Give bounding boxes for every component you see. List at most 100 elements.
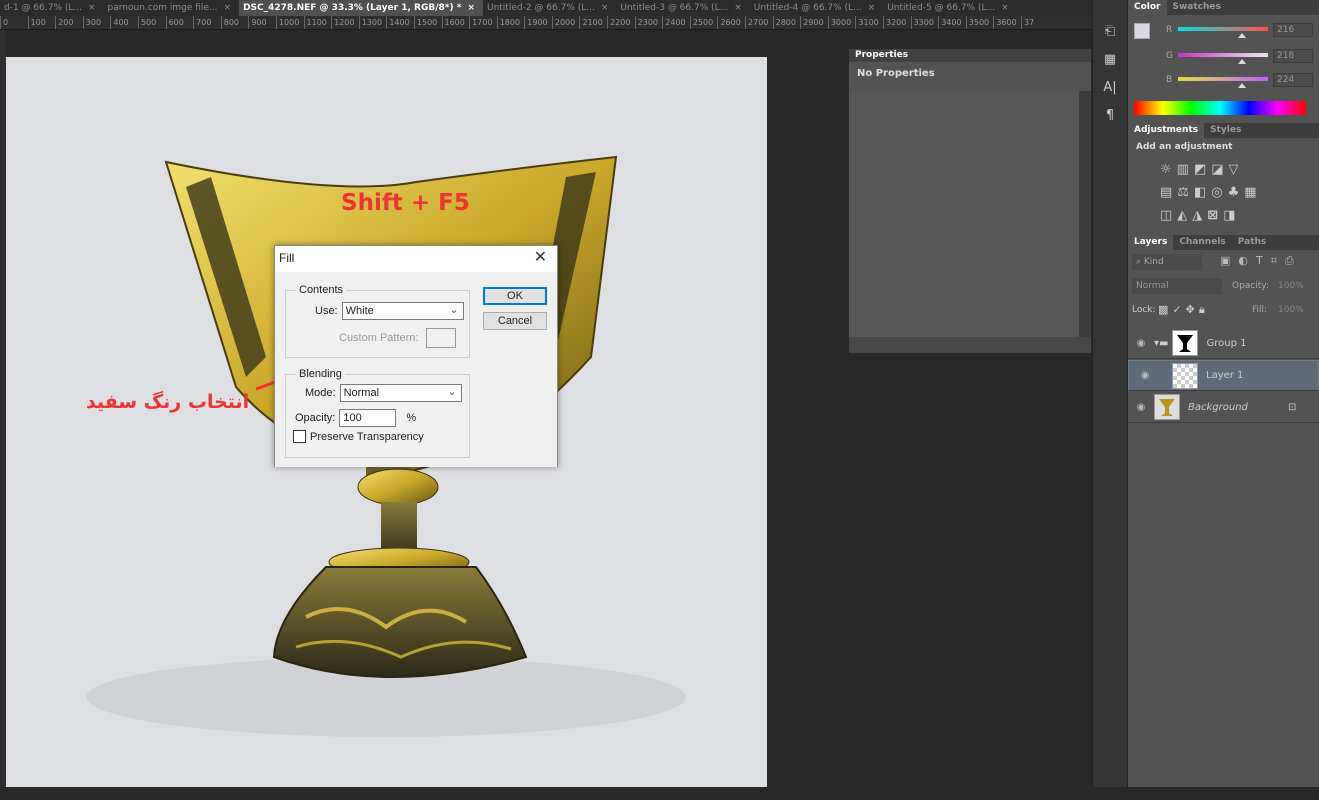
- r-slider-handle[interactable]: [1238, 33, 1246, 38]
- panel-dock: ⎗ ▦ A| ¶: [1092, 0, 1128, 787]
- ruler-tick: 2100: [579, 16, 607, 29]
- opacity-input[interactable]: 100: [339, 409, 397, 427]
- properties-scrollbar[interactable]: [1079, 91, 1091, 339]
- preserve-checkbox[interactable]: [293, 430, 306, 443]
- ruler-tick: 200: [55, 16, 83, 29]
- character-icon[interactable]: A|: [1093, 74, 1127, 102]
- properties-footer: [849, 337, 1091, 353]
- layer-row-background[interactable]: ◉ Background ⊡: [1128, 392, 1319, 423]
- cancel-button[interactable]: Cancel: [483, 312, 547, 330]
- ruler-tick: 3500: [965, 16, 994, 29]
- close-icon[interactable]: ✕: [534, 247, 547, 267]
- adjustments-panel: Add an adjustment ☼▥◩◪▽ ▤⚖◧◎♣▦ ◫◭◮⊠◨: [1128, 138, 1319, 235]
- photo-filter-icon[interactable]: ◎: [1211, 185, 1227, 200]
- tab-4[interactable]: Untitled-3 @ 66.7% (L... ×: [616, 0, 749, 16]
- blend-mode-select[interactable]: Normal: [1132, 278, 1222, 294]
- tab-close-icon[interactable]: ×: [467, 3, 475, 13]
- foreground-swatch[interactable]: [1134, 23, 1150, 39]
- color-balance-icon[interactable]: ⚖: [1177, 185, 1194, 200]
- kind-filter[interactable]: ⌕ Kind: [1132, 254, 1202, 270]
- tab-1[interactable]: parnoun.com imge file... ×: [104, 0, 240, 16]
- tab-6[interactable]: Untitled-5 @ 66.7% (L... ×: [883, 0, 1016, 16]
- fill-label: Fill:: [1252, 305, 1268, 315]
- ruler-tick: 700: [193, 16, 221, 29]
- exposure-icon[interactable]: ◪: [1211, 162, 1228, 177]
- group-mask-thumbnail: [1172, 330, 1199, 356]
- goblet-thumb-icon: [1159, 399, 1175, 416]
- ruler-tick: 0: [0, 16, 28, 29]
- g-value[interactable]: 218: [1273, 49, 1313, 63]
- tab-close-icon[interactable]: ×: [224, 3, 232, 13]
- panel-tab-styles[interactable]: Styles: [1204, 123, 1247, 138]
- right-panels: Color Swatches R 216 G 218 B 224 Adjustme…: [1128, 0, 1319, 787]
- b-slider[interactable]: [1178, 77, 1268, 81]
- selective-color-icon[interactable]: ◨: [1223, 208, 1240, 223]
- ruler-tick: 1200: [331, 16, 359, 29]
- adjustment-icons: ☼▥◩◪▽ ▤⚖◧◎♣▦ ◫◭◮⊠◨: [1160, 158, 1311, 227]
- use-value: White: [345, 305, 374, 317]
- panel-tab-color[interactable]: Color: [1128, 0, 1167, 15]
- black-white-icon[interactable]: ◧: [1194, 185, 1211, 200]
- tab-0[interactable]: d-1 @ 66.7% (L... ×: [0, 0, 104, 16]
- panel-tab-layers[interactable]: Layers: [1128, 235, 1174, 250]
- g-slider[interactable]: [1178, 53, 1268, 57]
- tab-close-icon[interactable]: ×: [868, 3, 876, 13]
- ruler-tick: 1100: [303, 16, 332, 29]
- vibrance-icon[interactable]: ▽: [1229, 162, 1244, 177]
- fill-dialog: Fill ✕ Contents Use: White ⌄ Custom Patte…: [274, 245, 558, 467]
- panel-tab-paths[interactable]: Paths: [1232, 235, 1273, 250]
- lock-icons[interactable]: ▩✓✥🔒︎: [1158, 303, 1209, 317]
- opacity-label: Opacity:: [1232, 281, 1269, 291]
- layer-row-layer-1[interactable]: ◉ Layer 1: [1128, 360, 1319, 391]
- ruler-tick: 1600: [441, 16, 470, 29]
- mode-select[interactable]: Normal ⌄: [339, 384, 462, 402]
- mode-label: Mode:: [305, 387, 336, 399]
- g-slider-handle[interactable]: [1238, 59, 1246, 64]
- gradient-map-icon[interactable]: ⊠: [1207, 208, 1223, 223]
- color-panel: R 216 G 218 B 224: [1128, 15, 1319, 123]
- tab-close-icon[interactable]: ×: [88, 3, 96, 13]
- hue-saturation-icon[interactable]: ▤: [1160, 185, 1177, 200]
- r-slider[interactable]: [1178, 27, 1268, 31]
- color-spectrum[interactable]: [1134, 101, 1306, 115]
- channel-mixer-icon[interactable]: ♣: [1228, 185, 1245, 200]
- opacity-value[interactable]: 100%: [1278, 281, 1304, 291]
- r-label: R: [1166, 25, 1173, 35]
- properties-empty: No Properties: [857, 68, 935, 79]
- tab-close-icon[interactable]: ×: [601, 3, 609, 13]
- visibility-eye-icon[interactable]: ◉: [1132, 368, 1158, 384]
- use-select[interactable]: White ⌄: [341, 302, 464, 320]
- filter-icons: ▣◐T⌗⎙: [1220, 254, 1302, 267]
- document-tabs: d-1 @ 66.7% (L... × parnoun.com imge file.…: [0, 0, 1092, 16]
- panel-tab-channels[interactable]: Channels: [1173, 235, 1231, 250]
- ruler-tick: 1800: [496, 16, 525, 29]
- invert-icon[interactable]: ◫: [1160, 208, 1177, 223]
- b-slider-handle[interactable]: [1238, 83, 1246, 88]
- r-value[interactable]: 216: [1273, 23, 1313, 37]
- history-icon[interactable]: ⎗: [1093, 18, 1127, 46]
- posterize-icon[interactable]: ◭: [1177, 208, 1192, 223]
- visibility-eye-icon[interactable]: ◉: [1128, 402, 1154, 413]
- levels-icon[interactable]: ▥: [1177, 162, 1194, 177]
- ok-button[interactable]: OK: [483, 287, 547, 305]
- properties-icon[interactable]: ▦: [1093, 46, 1127, 74]
- fill-value[interactable]: 100%: [1278, 305, 1304, 315]
- ruler-tick: 37: [1020, 16, 1049, 29]
- layers-panel-tabs: Layers Channels Paths: [1128, 235, 1319, 250]
- threshold-icon[interactable]: ◮: [1192, 208, 1207, 223]
- curves-icon[interactable]: ◩: [1194, 162, 1211, 177]
- b-value[interactable]: 224: [1273, 73, 1313, 87]
- tab-2[interactable]: DSC_4278.NEF @ 33.3% (Layer 1, RGB/8*) *…: [239, 0, 483, 16]
- paragraph-icon[interactable]: ¶: [1093, 102, 1127, 130]
- opacity-unit: %: [406, 412, 417, 424]
- tab-close-icon[interactable]: ×: [734, 3, 742, 13]
- tab-5[interactable]: Untitled-4 @ 66.7% (L... ×: [750, 0, 883, 16]
- panel-tab-adjustments[interactable]: Adjustments: [1128, 123, 1205, 138]
- panel-tab-swatches[interactable]: Swatches: [1167, 0, 1227, 15]
- layer-row-group-1[interactable]: ◉ ▾▬ Group 1: [1128, 328, 1319, 359]
- tab-3[interactable]: Untitled-2 @ 66.7% (L... ×: [483, 0, 616, 16]
- brightness-icon[interactable]: ☼: [1160, 162, 1177, 177]
- tab-close-icon[interactable]: ×: [1001, 3, 1009, 13]
- visibility-eye-icon[interactable]: ◉: [1128, 338, 1154, 349]
- color-lookup-icon[interactable]: ▦: [1244, 185, 1261, 200]
